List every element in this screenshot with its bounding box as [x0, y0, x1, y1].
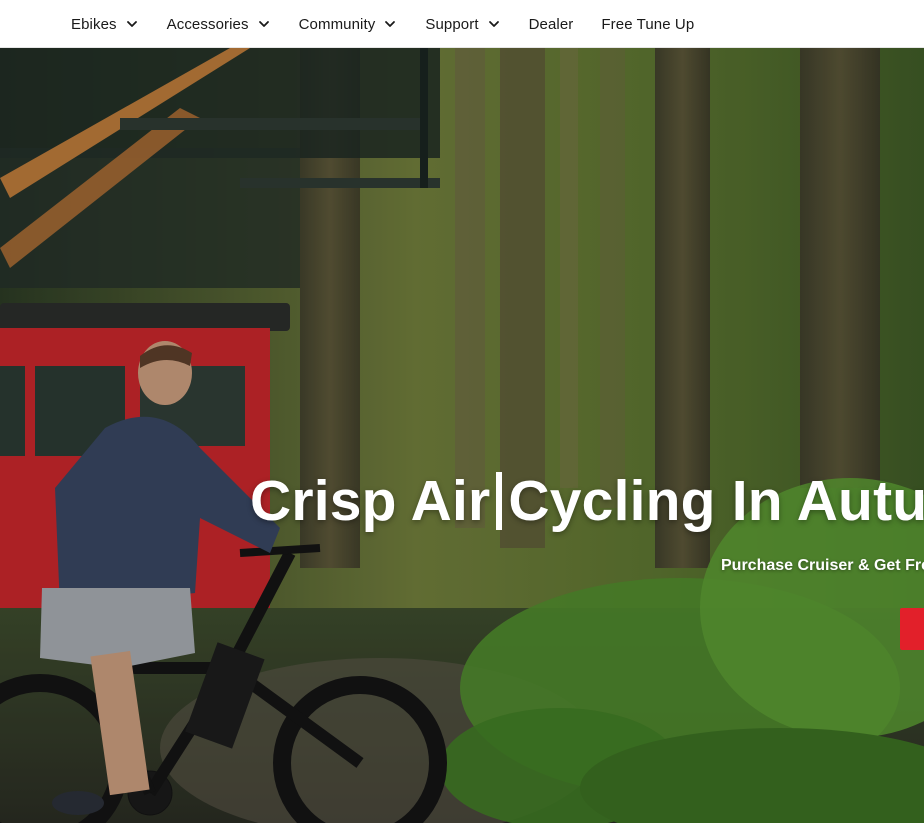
hero-banner: Crisp Air Cycling In Autu Purchase Cruis…: [0, 48, 924, 823]
nav-item-dealer[interactable]: Dealer: [529, 16, 574, 33]
nav-item-label: Dealer: [528, 15, 574, 33]
nav-item-label: Support: [425, 15, 479, 33]
chevron-down-icon: [258, 21, 269, 27]
nav-item-label: Ebikes: [71, 15, 117, 33]
nav-item-free-tune-up[interactable]: Free Tune Up: [601, 16, 694, 33]
nav-list: Ebikes Accessories Community Support Dea…: [71, 0, 722, 48]
chevron-down-icon: [488, 21, 499, 27]
typing-cursor: [496, 472, 503, 530]
hero-cta-button[interactable]: [900, 608, 924, 650]
chevron-down-icon: [385, 21, 396, 27]
nav-item-community[interactable]: Community: [299, 16, 398, 33]
nav-item-label: Free Tune Up: [601, 15, 695, 33]
hero-background-image: [0, 48, 924, 823]
hero-title-part2: Cycling In Autu: [508, 469, 924, 533]
nav-item-support[interactable]: Support: [425, 16, 500, 33]
top-navigation: Ebikes Accessories Community Support Dea…: [0, 0, 924, 48]
nav-item-ebikes[interactable]: Ebikes: [71, 16, 139, 33]
chevron-down-icon: [126, 21, 137, 27]
hero-title-part1: Crisp Air: [250, 469, 491, 533]
nav-item-accessories[interactable]: Accessories: [167, 16, 271, 33]
hero-title: Crisp Air Cycling In Autu: [250, 468, 924, 534]
nav-item-label: Accessories: [166, 15, 249, 33]
hero-subtitle: Purchase Cruiser & Get Fre: [721, 557, 924, 574]
nav-item-label: Community: [298, 15, 376, 33]
